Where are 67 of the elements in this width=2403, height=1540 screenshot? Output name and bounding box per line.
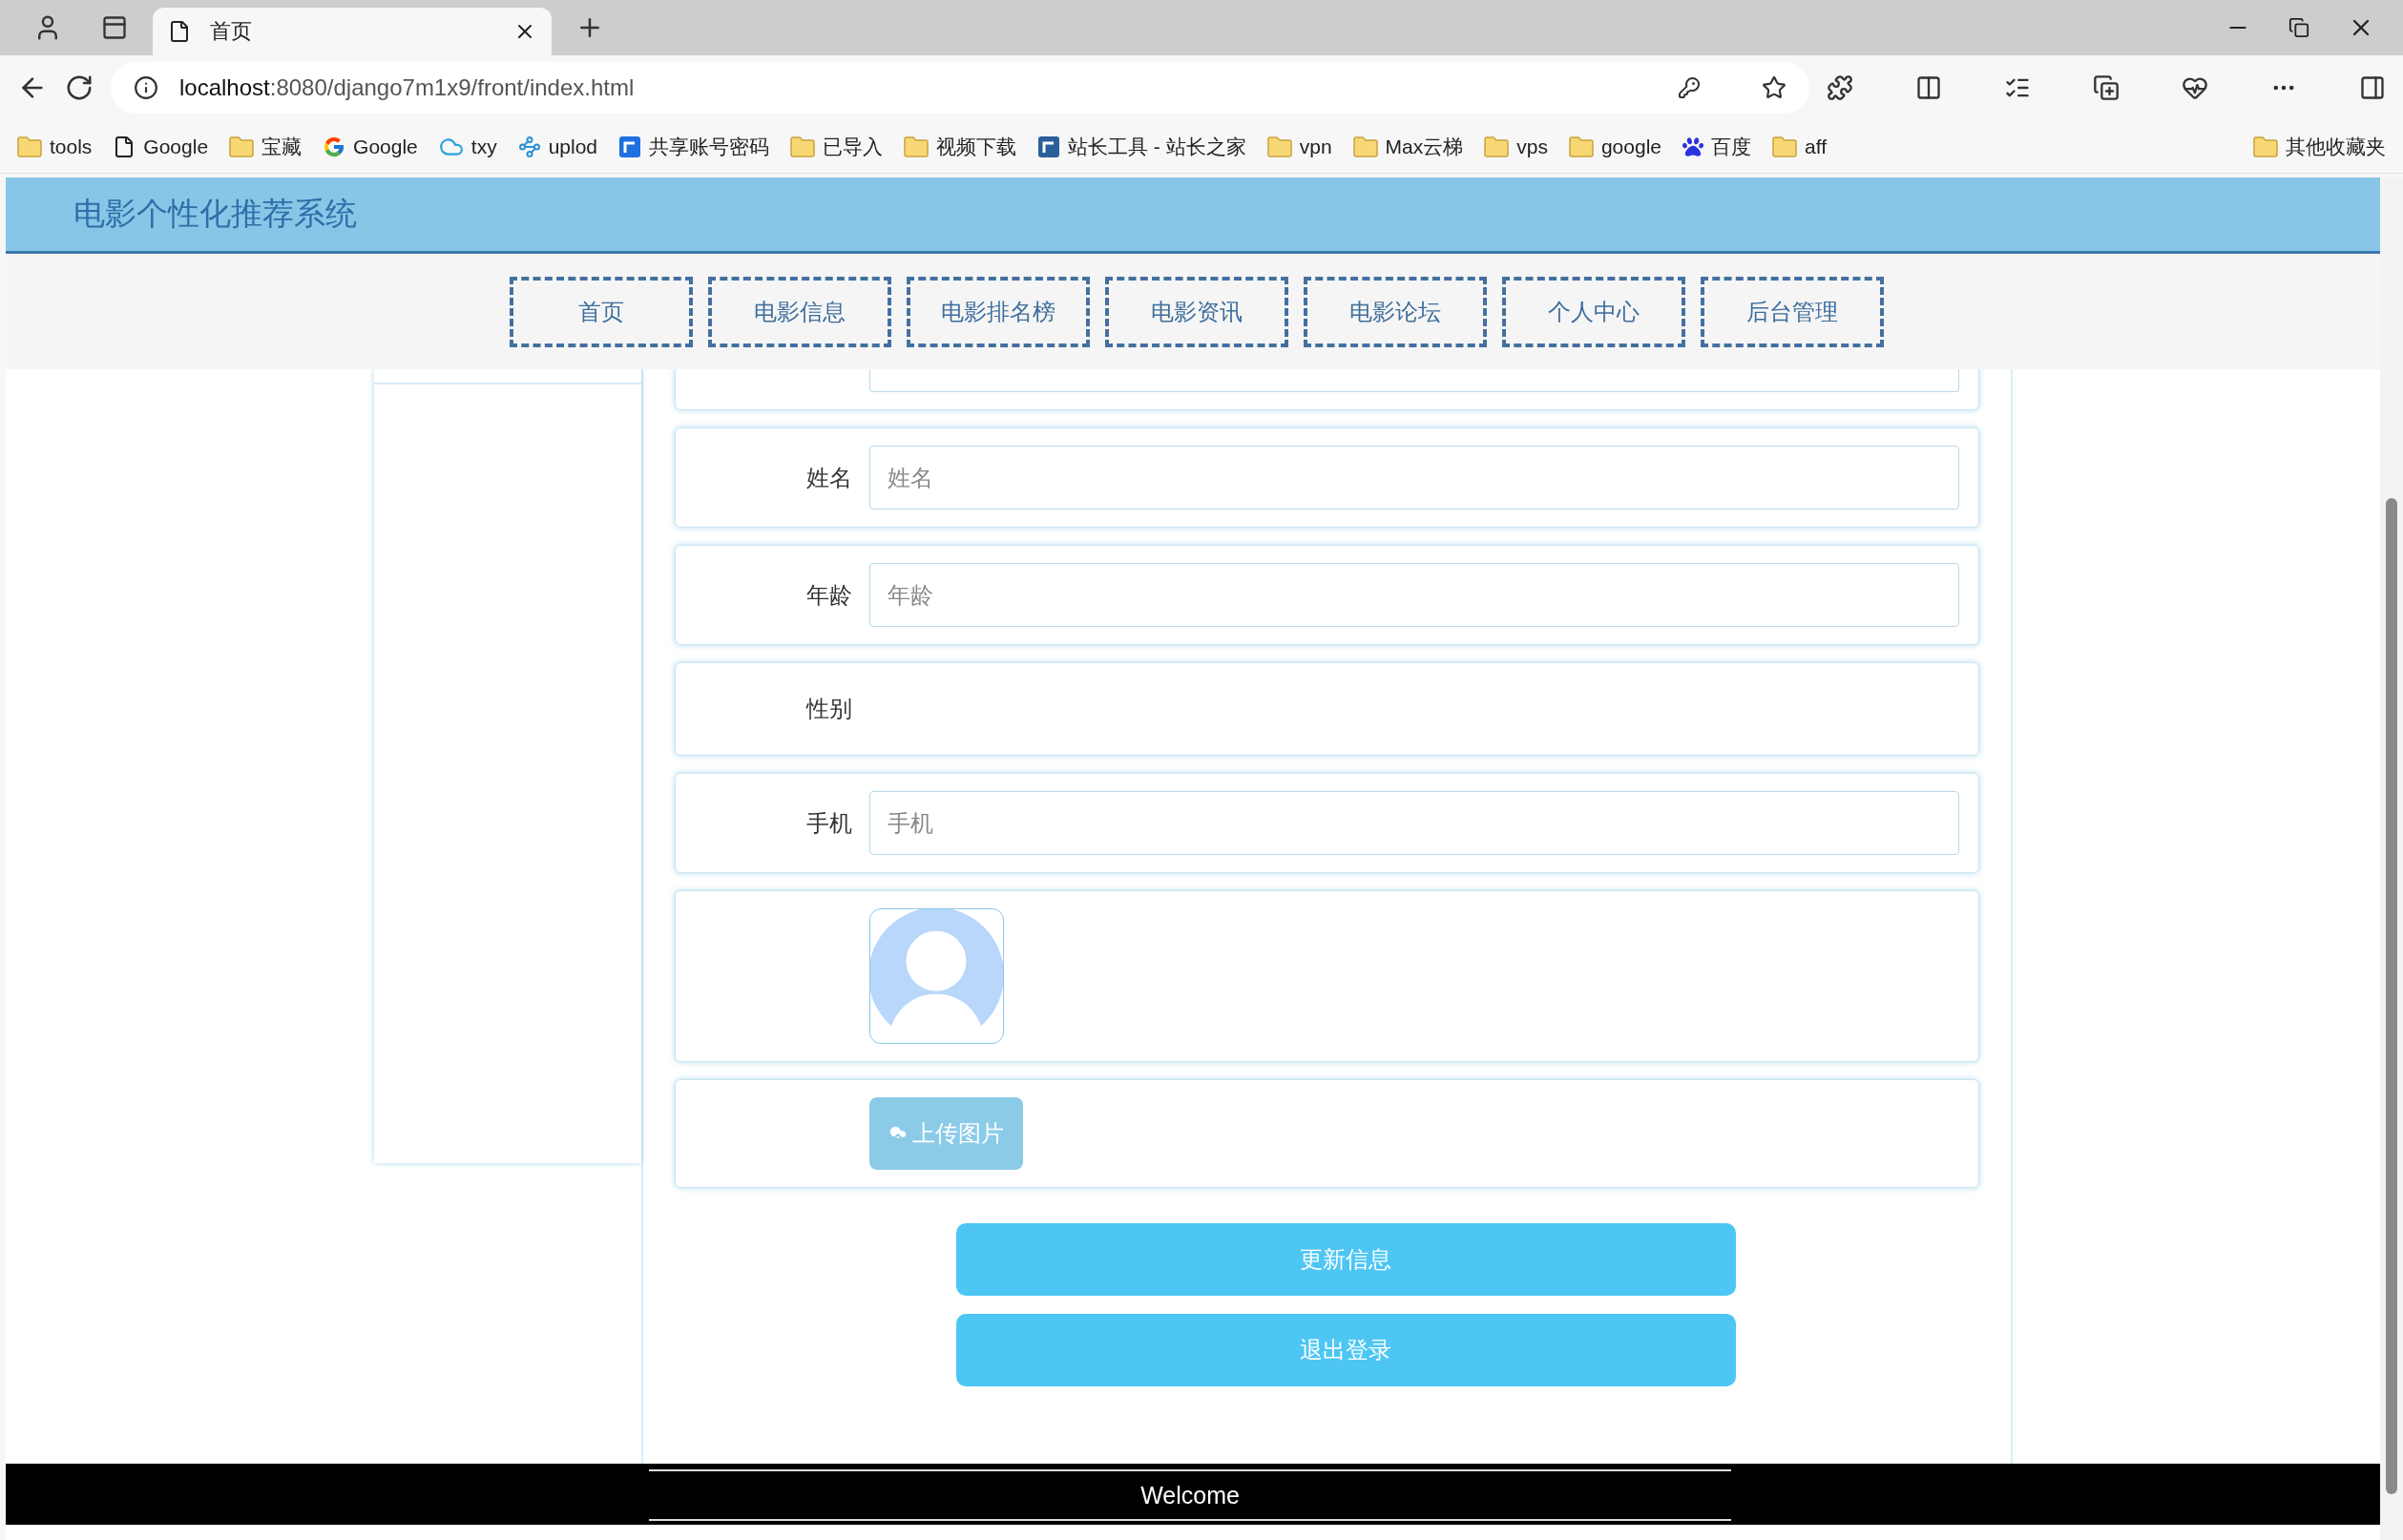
paw-icon bbox=[1682, 135, 1703, 157]
app-icon bbox=[618, 135, 642, 158]
field-label: 手机 bbox=[804, 808, 852, 838]
bookmark[interactable]: 百度 bbox=[1682, 133, 1751, 160]
url-text: localhost:8080/django7m1x9/front/index.html bbox=[179, 74, 635, 101]
bookmark[interactable]: 其他收藏夹 bbox=[2253, 133, 2386, 160]
field-label: 性别 bbox=[804, 695, 852, 723]
reload-icon[interactable] bbox=[65, 73, 94, 102]
nav-link[interactable]: 个人中心 bbox=[1502, 276, 1685, 347]
address-bar[interactable]: localhost:8080/django7m1x9/front/index.html bbox=[111, 62, 1809, 114]
tab-title: 首页 bbox=[210, 18, 253, 45]
input-field[interactable]: 姓名 bbox=[868, 446, 1959, 510]
footer-text: Welcome bbox=[1140, 1481, 1240, 1509]
folder-icon bbox=[229, 135, 255, 157]
bookmark[interactable]: Max云梯 bbox=[1352, 133, 1464, 160]
folder-icon bbox=[17, 135, 42, 157]
nav-link[interactable]: 电影信息 bbox=[708, 276, 891, 347]
bookmark[interactable]: google bbox=[1568, 135, 1661, 158]
input-field[interactable]: 年龄 bbox=[868, 563, 1959, 627]
sidebar-icon[interactable] bbox=[2359, 74, 2386, 101]
nav-link[interactable]: 电影资讯 bbox=[1105, 276, 1288, 347]
site-title: 电影个性化推荐系统 bbox=[73, 195, 357, 233]
folder-icon bbox=[1266, 135, 1292, 157]
page-icon bbox=[168, 20, 191, 43]
bookmark[interactable]: 视频下载 bbox=[904, 133, 1017, 160]
bookmark[interactable]: aff bbox=[1772, 135, 1827, 158]
info-icon[interactable] bbox=[134, 75, 158, 100]
app-icon bbox=[1037, 135, 1061, 158]
nav-link[interactable]: 首页 bbox=[510, 276, 693, 347]
bookmark[interactable]: txy bbox=[438, 134, 497, 159]
bookmark[interactable]: 共享账号密码 bbox=[618, 133, 770, 160]
favorite-icon[interactable] bbox=[1762, 75, 1787, 100]
folder-icon bbox=[1352, 135, 1378, 157]
split-screen-icon[interactable] bbox=[1915, 74, 1942, 101]
bookmark[interactable]: Google bbox=[323, 135, 418, 158]
nav-link[interactable]: 电影排名榜 bbox=[907, 276, 1090, 347]
folder-icon bbox=[1568, 135, 1594, 157]
link-icon bbox=[517, 135, 541, 158]
bookmark[interactable]: vps bbox=[1484, 135, 1548, 158]
extensions-icon[interactable] bbox=[1827, 74, 1853, 101]
folder-icon bbox=[2253, 135, 2278, 157]
bookmark[interactable]: vpn bbox=[1266, 135, 1332, 158]
field-label: 姓名 bbox=[804, 463, 852, 492]
google-icon bbox=[323, 135, 346, 158]
nav-link[interactable]: 电影论坛 bbox=[1304, 276, 1487, 347]
key-icon[interactable] bbox=[1678, 76, 1701, 99]
input-field[interactable] bbox=[868, 369, 1959, 392]
avatar-icon bbox=[868, 908, 1004, 1044]
input-field[interactable]: 手机 bbox=[868, 791, 1959, 855]
folder-icon bbox=[904, 135, 930, 157]
bookmark[interactable]: 站长工具 - 站长之家 bbox=[1037, 133, 1246, 160]
folder-icon bbox=[1484, 135, 1510, 157]
nav-link[interactable]: 后台管理 bbox=[1701, 276, 1884, 347]
restore-icon[interactable] bbox=[2288, 17, 2309, 38]
health-icon[interactable] bbox=[2182, 74, 2208, 101]
field-label: 年龄 bbox=[804, 580, 852, 610]
scrollbar[interactable] bbox=[2380, 177, 2403, 1540]
collections-icon[interactable] bbox=[2093, 74, 2120, 101]
folder-icon bbox=[1772, 135, 1797, 157]
folder-icon bbox=[790, 135, 816, 157]
bookmark[interactable]: tools bbox=[17, 135, 93, 158]
bookmark[interactable]: 宝藏 bbox=[229, 133, 303, 160]
bookmark[interactable]: uplod bbox=[517, 135, 598, 158]
browser-tab[interactable]: 首页 bbox=[153, 8, 552, 55]
bookmark[interactable]: Google bbox=[113, 135, 209, 158]
bookmark[interactable]: 已导入 bbox=[790, 133, 884, 160]
tab-actions-icon[interactable] bbox=[101, 14, 128, 41]
